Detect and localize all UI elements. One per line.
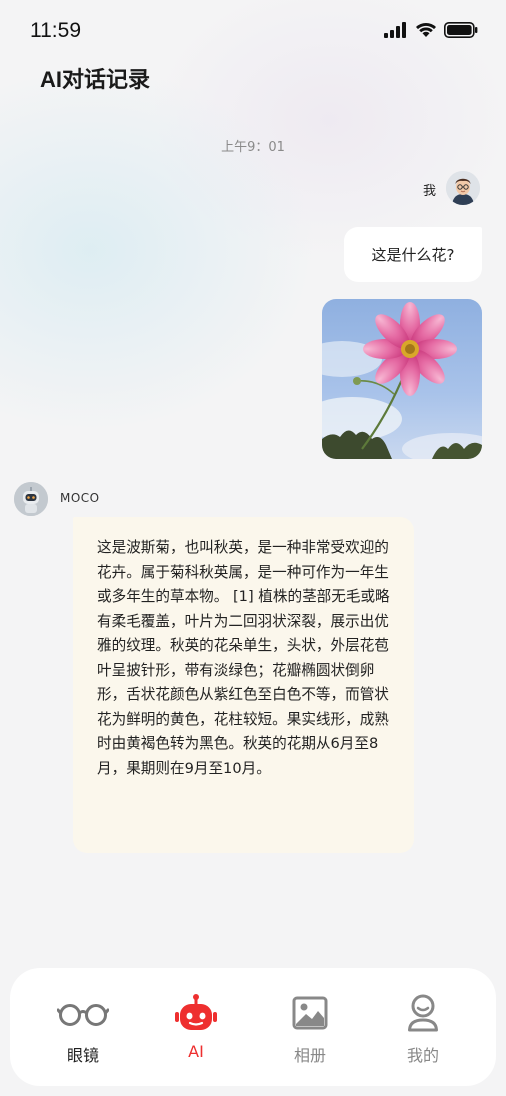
tab-profile[interactable]: 我的 xyxy=(368,968,478,1086)
bot-avatar[interactable] xyxy=(14,482,48,516)
bot-name: MOCO xyxy=(60,491,100,505)
tab-profile-label: 我的 xyxy=(406,1046,439,1065)
tab-album[interactable]: 相册 xyxy=(255,968,365,1086)
glasses-icon xyxy=(57,994,109,1032)
message-timestamp: 上午9：01 xyxy=(221,140,285,155)
battery-icon xyxy=(444,22,478,38)
user-message-text: 这是什么花? xyxy=(371,246,455,264)
bot-message-bubble[interactable]: 这是波斯菊，也叫秋英，是一种非常受欢迎的花卉。属于菊科秋英属，是一种可作为一年生… xyxy=(73,517,414,853)
user-image-message[interactable] xyxy=(322,299,482,459)
user-avatar-image xyxy=(446,171,480,205)
profile-icon xyxy=(407,994,439,1032)
app-screen: 11:59 AI对话记录 上午9：01 我 这是什么花? MOCO 这是波斯菊，… xyxy=(0,0,506,1096)
robot-avatar-icon xyxy=(14,482,48,516)
user-avatar[interactable] xyxy=(446,171,480,205)
tab-ai[interactable]: AI xyxy=(141,968,251,1086)
tab-glasses-label: 眼镜 xyxy=(66,1046,99,1065)
flower-photo xyxy=(322,299,482,459)
page-title: AI对话记录 xyxy=(40,67,151,92)
wifi-icon xyxy=(416,23,436,37)
tab-ai-label: AI xyxy=(188,1042,204,1061)
bot-message-text: 这是波斯菊，也叫秋英，是一种非常受欢迎的花卉。属于菊科秋英属，是一种可作为一年生… xyxy=(97,539,390,777)
status-icons xyxy=(384,20,478,40)
tab-album-label: 相册 xyxy=(293,1046,326,1065)
photo-album-icon xyxy=(292,994,328,1032)
robot-icon xyxy=(174,994,218,1032)
status-time: 11:59 xyxy=(30,19,81,42)
status-bar: 11:59 xyxy=(0,0,506,60)
user-message-bubble[interactable]: 这是什么花? xyxy=(344,227,482,282)
cellular-signal-icon xyxy=(384,22,406,38)
bottom-tab-bar: 眼镜 AI 相册 我的 xyxy=(10,968,496,1086)
tab-glasses[interactable]: 眼镜 xyxy=(28,968,138,1086)
user-name: 我 xyxy=(422,184,436,199)
